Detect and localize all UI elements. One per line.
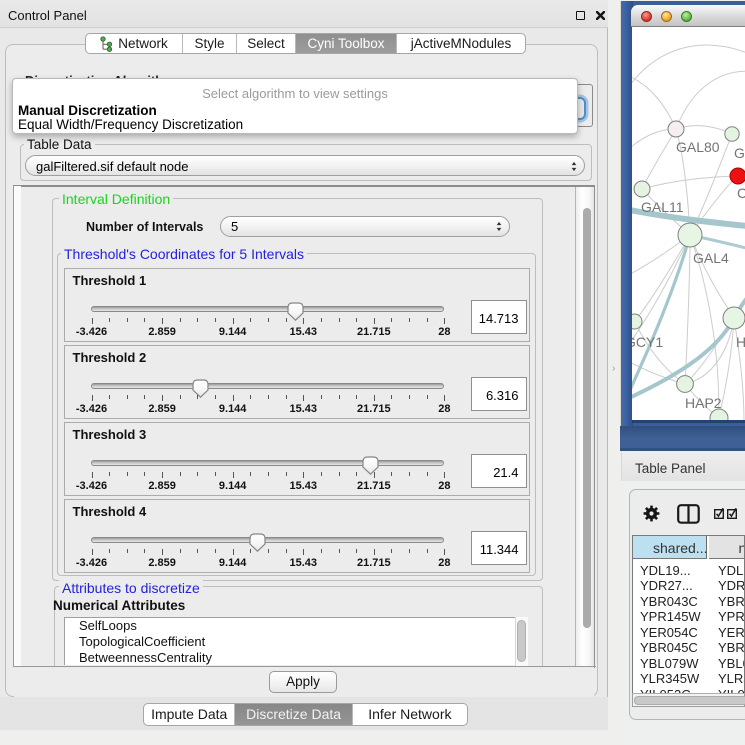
- svg-text:GAL2: GAL2: [734, 145, 745, 161]
- svg-text:GAL80: GAL80: [676, 139, 720, 155]
- svg-text:GAL11: GAL11: [641, 199, 684, 215]
- svg-text:GCY1: GCY1: [632, 334, 663, 350]
- svg-text:HIS4: HIS4: [736, 334, 745, 350]
- svg-text:GAL4: GAL4: [693, 250, 729, 266]
- svg-text:CDC2: CDC2: [737, 185, 745, 201]
- svg-text:HAP2: HAP2: [685, 395, 722, 411]
